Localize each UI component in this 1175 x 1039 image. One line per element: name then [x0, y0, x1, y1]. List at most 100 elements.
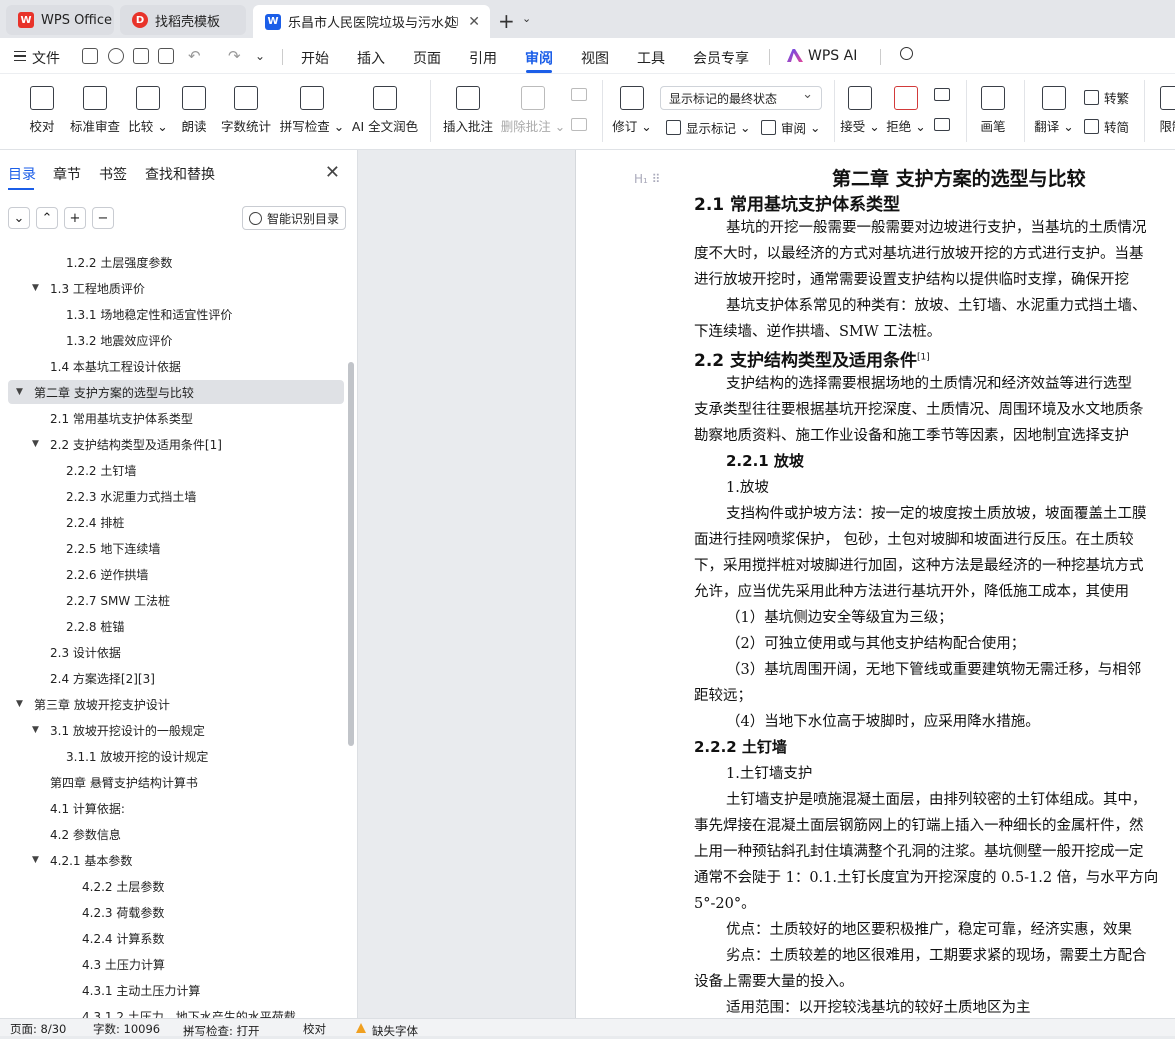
word-count-indicator[interactable]: 字数: 10096 — [93, 1021, 160, 1037]
toc-item[interactable]: 4.2.4 计算系数 — [8, 926, 344, 950]
next-change-icon[interactable] — [934, 118, 950, 131]
menu-review[interactable]: 审阅 — [525, 48, 553, 68]
reject-button[interactable]: 拒绝 ⌄ — [886, 74, 926, 150]
print-preview-icon[interactable] — [158, 48, 174, 64]
toc-item[interactable]: 2.2.7 SMW 工法桩 — [8, 588, 344, 612]
toc-item[interactable]: ▼ 2.2 支护结构类型及适用条件[1] — [8, 432, 344, 456]
toc-item[interactable]: 1.2.2 土层强度参数 — [8, 250, 344, 274]
close-tab-icon[interactable]: ✕ — [468, 14, 480, 30]
menu-insert[interactable]: 插入 — [357, 48, 385, 68]
new-tab-icon[interactable]: + — [498, 9, 515, 33]
toc-item[interactable]: 2.2.4 排桩 — [8, 510, 344, 534]
menu-reference[interactable]: 引用 — [469, 48, 497, 68]
toc-item[interactable]: 4.3.1.2 土压力、地下水产生的水平荷载 — [8, 1004, 344, 1019]
toc-item[interactable]: 2.2.6 逆作拱墙 — [8, 562, 344, 586]
toc-item[interactable]: 1.4 本基坑工程设计依据 — [8, 354, 344, 378]
expand-arrow-icon[interactable]: ▼ — [16, 387, 23, 397]
menu-file[interactable]: 文件 — [32, 48, 60, 68]
toc-item[interactable]: 3.1.1 放坡开挖的设计规定 — [8, 744, 344, 768]
toc-item[interactable]: ▼ 3.1 放坡开挖设计的一般规定 — [8, 718, 344, 742]
tab-toc[interactable]: 目录 — [8, 164, 36, 184]
document-page[interactable]: H₁ ⠿ 第二章 支护方案的选型与比较 2.1 常用基坑支护体系类型 基坑的开挖一般… — [575, 150, 1175, 1018]
toc-item[interactable]: 1.3.2 地震效应评价 — [8, 328, 344, 352]
expand-arrow-icon[interactable]: ▼ — [16, 699, 23, 709]
toc-item[interactable]: 第四章 悬臂支护结构计算书 — [8, 770, 344, 794]
track-changes-button[interactable]: 修订 ⌄ — [612, 74, 652, 150]
expand-arrow-icon[interactable]: ▼ — [32, 283, 39, 293]
hamburger-icon[interactable] — [14, 51, 26, 61]
menu-page[interactable]: 页面 — [413, 48, 441, 68]
insert-comment-button[interactable]: 插入批注 — [442, 74, 494, 150]
toc-item[interactable]: 2.4 方案选择[2][3] — [8, 666, 344, 690]
toc-item[interactable]: ▼ 第二章 支护方案的选型与比较 — [8, 380, 344, 404]
spell-check-button[interactable]: 拼写检查 ⌄ — [280, 74, 344, 150]
standard-review-button[interactable]: 标准审查 — [70, 74, 120, 150]
show-markup-button[interactable]: 显示标记 ⌄ — [666, 118, 750, 137]
toc-item[interactable]: 4.1 计算依据: — [8, 796, 344, 820]
ai-polish-button[interactable]: AI 全文润色 — [352, 74, 418, 150]
review-pane-button[interactable]: 审阅 ⌄ — [761, 118, 820, 137]
menu-wps-ai[interactable]: WPS AI — [808, 48, 857, 64]
toc-item[interactable]: 2.3 设计依据 — [8, 640, 344, 664]
markup-state-select[interactable]: 显示标记的最终状态 — [660, 86, 822, 110]
tab-current-document[interactable]: W 乐昌市人民医院垃圾与污水处 ✕ — [253, 5, 490, 38]
expand-arrow-icon[interactable]: ▼ — [32, 725, 39, 735]
save-icon[interactable] — [82, 48, 98, 64]
add-heading-icon[interactable]: + — [64, 207, 86, 229]
toc-item[interactable]: 2.1 常用基坑支护体系类型 — [8, 406, 344, 430]
expand-arrow-icon[interactable]: ▼ — [32, 855, 39, 865]
toc-scrollbar[interactable] — [348, 362, 354, 746]
redo-icon[interactable]: ↷ — [228, 47, 241, 65]
tab-find-replace[interactable]: 查找和替换 — [145, 164, 215, 184]
undo-icon[interactable]: ↶ — [188, 47, 201, 65]
toc-item[interactable]: 4.3.1 主动土压力计算 — [8, 978, 344, 1002]
read-aloud-button[interactable]: 朗读 — [178, 74, 210, 150]
toc-item[interactable]: 4.2.2 土层参数 — [8, 874, 344, 898]
collapse-up-icon[interactable]: ⌃ — [36, 207, 58, 229]
to-traditional-button[interactable]: 转繁 — [1084, 88, 1129, 107]
smart-toc-button[interactable]: 智能识别目录 — [242, 206, 346, 230]
missing-font-status[interactable]: 缺失字体 — [356, 1021, 418, 1038]
proofread-button[interactable]: 校对 — [28, 74, 56, 150]
more-chevron-icon[interactable]: ⌄ — [255, 49, 265, 63]
toc-item[interactable]: 4.3 土压力计算 — [8, 952, 344, 976]
to-simplified-button[interactable]: 转简 — [1084, 117, 1129, 136]
next-comment-icon[interactable] — [571, 118, 587, 131]
spell-check-status[interactable]: 拼写检查: 打开 ⌄ — [183, 1021, 260, 1038]
tab-bookmarks[interactable]: 书签 — [99, 164, 127, 184]
toc-item[interactable]: 2.2.8 桩锚 — [8, 614, 344, 638]
tab-wps-office[interactable]: W WPS Office — [6, 5, 114, 35]
monitor-icon[interactable] — [446, 17, 458, 26]
citation-superscript[interactable]: [1] — [917, 352, 930, 362]
menu-start[interactable]: 开始 — [301, 48, 329, 68]
menu-tools[interactable]: 工具 — [637, 48, 665, 68]
heading-drag-handle-icon[interactable]: H₁ ⠿ — [634, 172, 660, 186]
menu-member[interactable]: 会员专享 — [693, 48, 749, 68]
toc-item[interactable]: 2.2.3 水泥重力式挡土墙 — [8, 484, 344, 508]
previous-change-icon[interactable] — [934, 88, 950, 101]
toc-item[interactable]: 2.2.5 地下连续墙 — [8, 536, 344, 560]
proofread-status[interactable]: 校对 — [303, 1021, 326, 1037]
page-indicator[interactable]: 页面: 8/30 — [10, 1021, 66, 1037]
toc-item[interactable]: ▼ 4.2.1 基本参数 — [8, 848, 344, 872]
toc-item[interactable]: ▼ 1.3 工程地质评价 — [8, 276, 344, 300]
accept-button[interactable]: 接受 ⌄ — [840, 74, 880, 150]
collapse-down-icon[interactable]: ⌄ — [8, 207, 30, 229]
word-count-button[interactable]: 字数统计 — [220, 74, 272, 150]
close-pane-icon[interactable]: ✕ — [325, 162, 340, 183]
compare-button[interactable]: 比较 ⌄ — [128, 74, 168, 150]
print-icon[interactable] — [133, 48, 149, 64]
toc-item[interactable]: ▼ 第三章 放坡开挖支护设计 — [8, 692, 344, 716]
tab-docer-templates[interactable]: D 找稻壳模板 — [120, 5, 246, 35]
delete-comment-button[interactable]: 删除批注 ⌄ — [501, 74, 565, 150]
restrict-editing-button[interactable]: 限制 — [1154, 74, 1175, 150]
translate-button[interactable]: 翻译 ⌄ — [1034, 74, 1074, 150]
menu-view[interactable]: 视图 — [581, 48, 609, 68]
toc-item[interactable]: 1.3.1 场地稳定性和适宜性评价 — [8, 302, 344, 326]
remove-heading-icon[interactable]: − — [92, 207, 114, 229]
search-icon[interactable] — [900, 47, 913, 60]
share-icon[interactable] — [108, 48, 124, 64]
previous-comment-icon[interactable] — [571, 88, 587, 101]
pen-button[interactable]: 画笔 — [978, 74, 1008, 150]
tab-sections[interactable]: 章节 — [53, 164, 81, 184]
